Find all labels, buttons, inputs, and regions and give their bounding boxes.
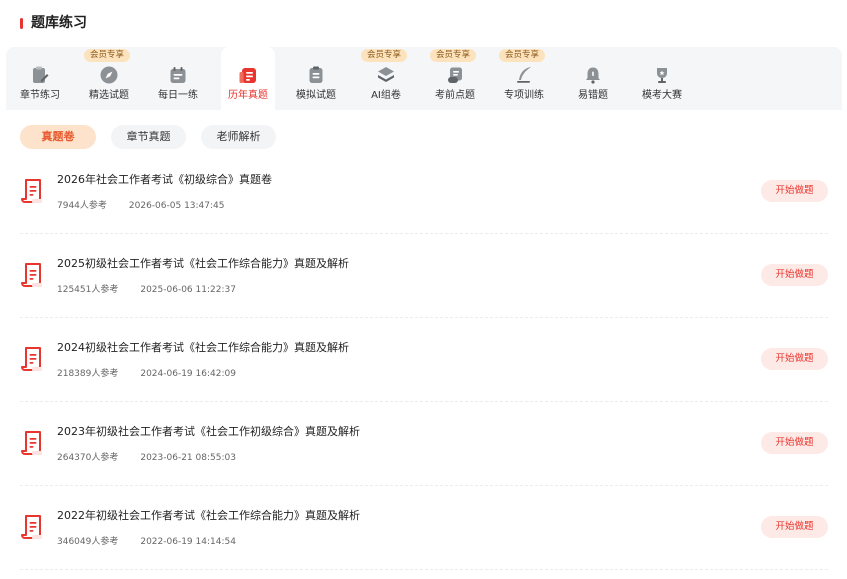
tab-ai-paper[interactable]: 会员专享 AI组卷	[355, 47, 417, 110]
paper-date: 2024-06-19 16:42:09	[140, 369, 236, 379]
tab-label: 每日一练	[158, 90, 198, 101]
checklist-icon	[309, 66, 323, 83]
title-accent-bar	[20, 18, 23, 29]
paper-title[interactable]: 2023年初级社会工作者考试《社会工作初级综合》真题及解析	[57, 425, 360, 439]
calendar-icon	[170, 67, 186, 83]
paper-date: 2026-06-05 13:47:45	[128, 201, 225, 211]
participant-count: 218389人参考	[57, 369, 119, 379]
vip-badge: 会员专享	[499, 49, 545, 62]
document-scroll-icon	[21, 263, 42, 287]
page-header: 题库练习	[0, 0, 847, 46]
participant-count: 7944人参考	[57, 201, 107, 211]
trophy-icon	[657, 68, 667, 83]
document-scroll-icon	[21, 515, 42, 539]
filter-chapter-real[interactable]: 章节真题	[111, 125, 186, 149]
compass-icon	[100, 66, 118, 84]
vip-badge: 会员专享	[84, 49, 130, 62]
participant-count: 264370人参考	[57, 453, 119, 463]
start-practice-button[interactable]: 开始做题	[761, 348, 828, 370]
paper-meta: 7944人参考 2026-06-05 13:47:45	[57, 200, 225, 212]
tab-label: 模拟试题	[296, 90, 336, 101]
paper-meta: 125451人参考 2025-06-06 11:22:37	[57, 284, 236, 296]
document-scroll-icon	[21, 347, 42, 371]
paper-date: 2022-06-19 14:14:54	[140, 537, 236, 547]
filter-real-papers[interactable]: 真题卷	[20, 125, 96, 149]
tab-pre-exam-tips[interactable]: 会员专享 考前点题	[424, 47, 486, 110]
tab-label: 模考大赛	[642, 90, 682, 101]
paper-title[interactable]: 2022年初级社会工作者考试《社会工作综合能力》真题及解析	[57, 509, 360, 523]
paper-title[interactable]: 2025初级社会工作者考试《社会工作综合能力》真题及解析	[57, 257, 349, 271]
vip-badge: 会员专享	[361, 49, 407, 62]
tab-past-papers[interactable]: 历年真题	[221, 47, 275, 110]
tab-daily-practice[interactable]: 每日一练	[147, 47, 209, 110]
quill-icon	[517, 67, 531, 83]
start-practice-button[interactable]: 开始做题	[761, 264, 828, 286]
tab-label: 专项训练	[504, 90, 544, 101]
paper-date: 2025-06-06 11:22:37	[140, 285, 236, 295]
paper-meta: 346049人参考 2022-06-19 14:14:54	[57, 536, 236, 548]
list-item[interactable]: 2023年初级社会工作者考试《社会工作初级综合》真题及解析 264370人参考 2…	[20, 402, 828, 486]
layers-icon	[378, 67, 394, 82]
list-item[interactable]: 2026年社会工作者考试《初级综合》真题卷 7944人参考 2026-06-05 …	[20, 150, 828, 234]
tab-label: AI组卷	[371, 90, 401, 101]
tab-selected-questions[interactable]: 会员专享 精选试题	[78, 47, 140, 110]
paper-date: 2023-06-21 08:55:03	[140, 453, 236, 463]
tab-label: 精选试题	[89, 90, 129, 101]
start-practice-button[interactable]: 开始做题	[761, 516, 828, 538]
exam-paper-icon	[239, 68, 256, 83]
tab-label: 考前点题	[435, 90, 475, 101]
paper-title[interactable]: 2026年社会工作者考试《初级综合》真题卷	[57, 173, 272, 187]
participant-count: 346049人参考	[57, 537, 119, 547]
document-scroll-icon	[21, 179, 42, 203]
list-item[interactable]: 2025初级社会工作者考试《社会工作综合能力》真题及解析 125451人参考 20…	[20, 234, 828, 318]
participant-count: 125451人参考	[57, 285, 119, 295]
filter-teacher-analysis[interactable]: 老师解析	[201, 125, 276, 149]
start-practice-button[interactable]: 开始做题	[761, 180, 828, 202]
tab-mistake-questions[interactable]: 易错题	[562, 47, 624, 110]
paper-meta: 218389人参考 2024-06-19 16:42:09	[57, 368, 236, 380]
start-practice-button[interactable]: 开始做题	[761, 432, 828, 454]
category-tabs: 章节练习 会员专享 精选试题 每日一练 历年真题 模拟试题 会员专享 AI组卷 …	[6, 47, 842, 110]
tab-mock-exams[interactable]: 模拟试题	[285, 47, 347, 110]
tab-mock-contest[interactable]: 模考大赛	[631, 47, 693, 110]
tab-label: 易错题	[578, 90, 608, 101]
document-scroll-icon	[21, 431, 42, 455]
scroll-icon	[448, 67, 462, 83]
tab-label: 历年真题	[228, 90, 268, 101]
tab-label: 章节练习	[20, 90, 60, 101]
list-item[interactable]: 2022年初级社会工作者考试《社会工作综合能力》真题及解析 346049人参考 2…	[20, 486, 828, 570]
clipboard-pencil-icon	[33, 66, 49, 83]
paper-title[interactable]: 2024初级社会工作者考试《社会工作综合能力》真题及解析	[57, 341, 349, 355]
tab-chapter-practice[interactable]: 章节练习	[9, 47, 71, 110]
list-item[interactable]: 2024初级社会工作者考试《社会工作综合能力》真题及解析 218389人参考 20…	[20, 318, 828, 402]
tab-special-training[interactable]: 会员专享 专项训练	[493, 47, 555, 110]
alert-bell-icon	[586, 67, 600, 84]
paper-meta: 264370人参考 2023-06-21 08:55:03	[57, 452, 236, 464]
page-title: 题库练习	[31, 15, 87, 31]
vip-badge: 会员专享	[430, 49, 476, 62]
